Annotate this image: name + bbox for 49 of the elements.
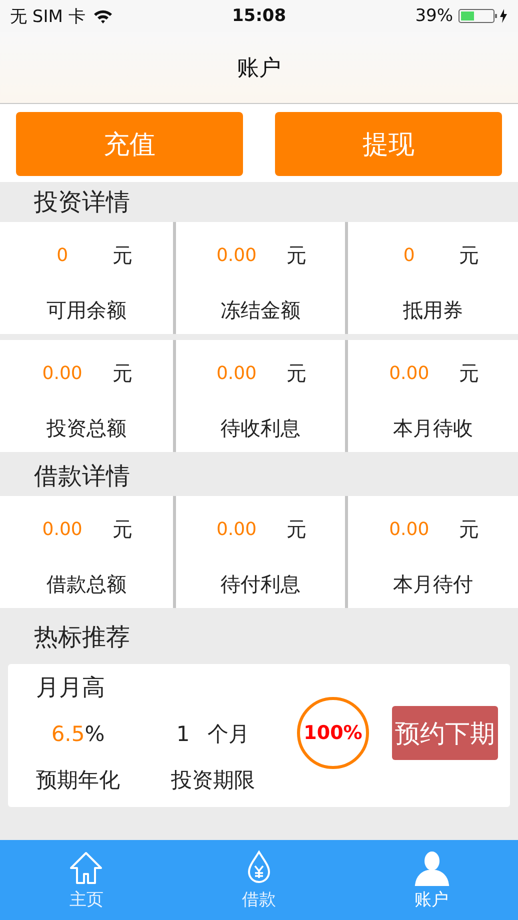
amount-value: 0.00 [41,519,84,540]
unit-label: 元 [286,242,306,269]
stat-label: 本月待收 [393,415,474,442]
battery-icon [458,8,508,24]
wifi-icon [93,8,114,24]
unit-label: 元 [112,242,132,269]
action-button[interactable]: 提现 [275,112,502,176]
carrier-label: 无 SIM 卡 [10,6,86,28]
section-title: 热标推荐 [33,622,131,653]
section-title: 投资详情 [33,187,131,218]
amount-value: 0.00 [215,245,258,266]
stat-label: 投资总额 [46,415,126,442]
amount-value: 0 [56,245,70,266]
stat-label: 冻结金额 [220,297,300,324]
stat-label: 抵用券 [403,297,464,324]
unit-label: 元 [112,516,132,543]
unit-label: 元 [459,516,480,543]
page-title: 账户 [237,54,281,82]
amount-value: 0.00 [215,519,258,540]
stat-label: 本月待付 [393,571,474,598]
amount-value: 0 [402,245,416,266]
unit-label: 元 [459,242,480,269]
stat-label: 借款总额 [46,571,126,598]
term-label: 投资期限 [171,767,255,794]
term-value: 1 [176,722,190,746]
tab-item[interactable]: 账户 [345,840,518,920]
section-title: 借款详情 [33,461,131,492]
clock-time: 15:08 [232,6,286,26]
stat-label: 可用余额 [46,297,126,324]
unit-label: 元 [112,360,132,387]
home-icon [68,850,104,886]
battery-percent: 39% [415,6,453,26]
amount-value: 0.00 [388,363,430,384]
tab-item[interactable]: 主页 [0,840,173,920]
person-icon [414,850,450,886]
unit-label: 元 [286,516,306,543]
amount-value: 0.00 [215,363,258,384]
term-unit: 个月 [208,721,250,748]
unit-label: 元 [286,360,306,387]
tab-item[interactable]: 借款 [172,840,346,920]
rate-value: 6.5% [51,722,105,746]
stat-label: 待收利息 [220,415,300,442]
stat-label: 待付利息 [220,571,300,598]
amount-value: 0.00 [388,519,430,540]
rate-label: 预期年化 [36,767,120,794]
amount-value: 0.00 [41,363,84,384]
unit-label: 元 [459,360,480,387]
action-button[interactable]: 充值 [16,112,243,176]
product-name: 月月高 [35,674,106,702]
